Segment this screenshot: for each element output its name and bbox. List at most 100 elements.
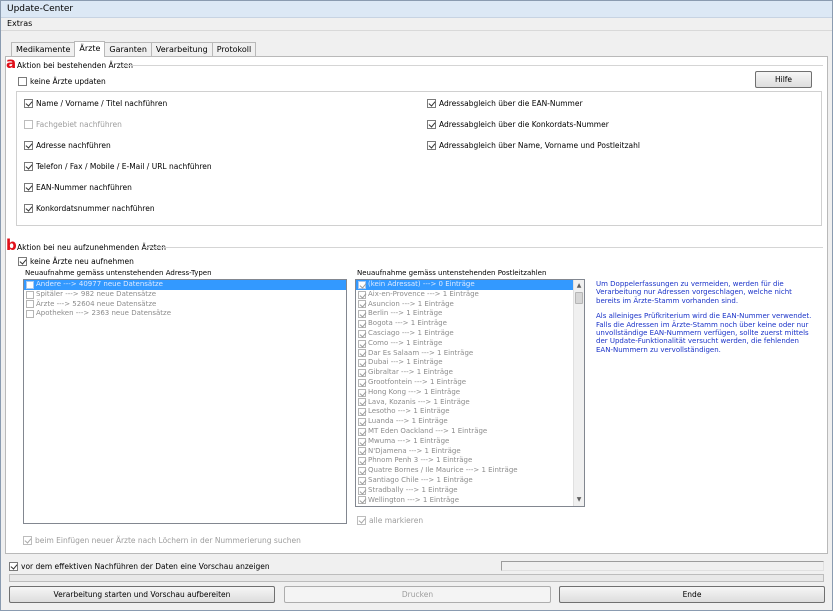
checkbox-box[interactable] bbox=[23, 536, 32, 545]
option-ean-checkbox[interactable]: EAN-Nummer nachführen bbox=[24, 183, 132, 192]
list-item[interactable]: Andere ---> 40977 neue Datensätze bbox=[24, 280, 346, 290]
checkbox-box[interactable] bbox=[18, 257, 27, 266]
help-button[interactable]: Hilfe bbox=[755, 71, 812, 88]
list-item[interactable]: Grootfontein ---> 1 Einträge bbox=[356, 378, 584, 388]
holes-checkbox[interactable]: beim Einfügen neuer Ärzte nach Löchern i… bbox=[23, 536, 301, 545]
checkbox-box[interactable] bbox=[358, 388, 366, 397]
end-button[interactable]: Ende bbox=[559, 586, 825, 603]
option-name-checkbox[interactable]: Name / Vorname / Titel nachführen bbox=[24, 99, 167, 108]
checkbox-box[interactable] bbox=[358, 280, 366, 289]
list-item[interactable]: Wellington ---> 1 Einträge bbox=[356, 496, 584, 506]
list-item[interactable]: Stradbally ---> 1 Einträge bbox=[356, 486, 584, 496]
select-all-checkbox[interactable]: alle markieren bbox=[357, 516, 423, 525]
checkbox-box[interactable] bbox=[24, 162, 33, 171]
address-types-list[interactable]: Andere ---> 40977 neue Datensätze Spitäl… bbox=[23, 279, 347, 524]
postcodes-scrollbar[interactable]: ▲ ▼ bbox=[573, 280, 584, 506]
option-fachgebiet-checkbox[interactable]: Fachgebiet nachführen bbox=[24, 120, 122, 129]
checkbox-box[interactable] bbox=[26, 290, 34, 299]
checkbox-box[interactable] bbox=[18, 77, 27, 86]
checkbox-box[interactable] bbox=[24, 141, 33, 150]
match-konkordat-checkbox[interactable]: Adressabgleich über die Konkordats-Numme… bbox=[427, 120, 609, 129]
match-name-checkbox[interactable]: Adressabgleich über Name, Vorname und Po… bbox=[427, 141, 640, 150]
checkbox-box[interactable] bbox=[358, 320, 366, 329]
checkbox-box[interactable] bbox=[358, 437, 366, 446]
start-button[interactable]: Verarbeitung starten und Vorschau aufber… bbox=[9, 586, 275, 603]
checkbox-box[interactable] bbox=[358, 467, 366, 476]
option-telefon-checkbox[interactable]: Telefon / Fax / Mobile / E-Mail / URL na… bbox=[24, 162, 212, 171]
checkbox-box[interactable] bbox=[24, 204, 33, 213]
list-item[interactable]: Dubai ---> 1 Einträge bbox=[356, 358, 584, 368]
checkbox-box[interactable] bbox=[358, 310, 366, 319]
list-item[interactable]: Lesotho ---> 1 Einträge bbox=[356, 407, 584, 417]
list-item[interactable]: Apotheken ---> 2363 neue Datensätze bbox=[24, 309, 346, 319]
list-item[interactable]: Como ---> 1 Einträge bbox=[356, 339, 584, 349]
checkbox-box[interactable] bbox=[24, 183, 33, 192]
preview-checkbox[interactable]: vor dem effektiven Nachführen der Daten … bbox=[9, 562, 270, 571]
scroll-thumb[interactable] bbox=[575, 292, 583, 304]
option-konkordat-checkbox[interactable]: Konkordatsnummer nachführen bbox=[24, 204, 155, 213]
info-text: Um Doppelerfassungen zu vermeiden, werde… bbox=[596, 280, 818, 361]
list-item[interactable]: Gibraltar ---> 1 Einträge bbox=[356, 368, 584, 378]
tab-verarbeitung[interactable]: Verarbeitung bbox=[150, 42, 213, 57]
list-item[interactable]: Luanda ---> 1 Einträge bbox=[356, 417, 584, 427]
checkbox-box[interactable] bbox=[427, 99, 436, 108]
list-item[interactable]: (kein Adressat) ---> 0 Einträge bbox=[356, 280, 584, 290]
no-update-checkbox[interactable]: keine Ärzte updaten bbox=[18, 77, 106, 86]
checkbox-box[interactable] bbox=[358, 476, 366, 485]
checkbox-box[interactable] bbox=[357, 516, 366, 525]
checkbox-box[interactable] bbox=[358, 378, 366, 387]
list-item[interactable]: Spitäler ---> 982 neue Datensätze bbox=[24, 290, 346, 300]
menu-bar: Extras bbox=[1, 18, 832, 31]
scroll-down-icon[interactable]: ▼ bbox=[574, 495, 584, 505]
checkbox-box[interactable] bbox=[358, 496, 366, 505]
list-item[interactable]: Santiago Chile ---> 1 Einträge bbox=[356, 476, 584, 486]
checkbox-box[interactable] bbox=[358, 427, 366, 436]
checkbox-box[interactable] bbox=[358, 290, 366, 299]
tab-garanten[interactable]: Garanten bbox=[104, 42, 152, 57]
list-item[interactable]: Dar Es Salaam ---> 1 Einträge bbox=[356, 349, 584, 359]
checkbox-box[interactable] bbox=[358, 300, 366, 309]
tab-aerzte[interactable]: Ärzte bbox=[74, 41, 106, 57]
checkbox-box[interactable] bbox=[24, 120, 33, 129]
tab-protokoll[interactable]: Protokoll bbox=[211, 42, 257, 57]
checkbox-box[interactable] bbox=[26, 300, 34, 309]
list-item[interactable]: Quatre Bornes / Ile Maurice ---> 1 Eintr… bbox=[356, 466, 584, 476]
checkbox-box[interactable] bbox=[358, 369, 366, 378]
list-item[interactable]: Berlin ---> 1 Einträge bbox=[356, 309, 584, 319]
list-item[interactable]: Asuncion ---> 1 Einträge bbox=[356, 300, 584, 310]
checkbox-box[interactable] bbox=[358, 329, 366, 338]
checkbox-box[interactable] bbox=[358, 408, 366, 417]
checkbox-box[interactable] bbox=[358, 486, 366, 495]
list-item[interactable]: MT Eden Oackland ---> 1 Einträge bbox=[356, 427, 584, 437]
menu-extras[interactable]: Extras bbox=[7, 19, 32, 28]
list-item[interactable]: N'Djamena ---> 1 Einträge bbox=[356, 447, 584, 457]
list-item[interactable]: Ärzte ---> 52604 neue Datensätze bbox=[24, 300, 346, 310]
checkbox-box[interactable] bbox=[427, 141, 436, 150]
checkbox-box[interactable] bbox=[358, 359, 366, 368]
checkbox-box[interactable] bbox=[26, 280, 34, 289]
list-item[interactable]: Hong Kong ---> 1 Einträge bbox=[356, 388, 584, 398]
checkbox-box[interactable] bbox=[358, 457, 366, 466]
list-item[interactable]: Mwuma ---> 1 Einträge bbox=[356, 437, 584, 447]
print-button[interactable]: Drucken bbox=[284, 586, 551, 603]
checkbox-box[interactable] bbox=[358, 418, 366, 427]
checkbox-box[interactable] bbox=[358, 349, 366, 358]
checkbox-box[interactable] bbox=[358, 339, 366, 348]
list-item[interactable]: Casciago ---> 1 Einträge bbox=[356, 329, 584, 339]
list-item[interactable]: Bogota ---> 1 Einträge bbox=[356, 319, 584, 329]
option-adresse-checkbox[interactable]: Adresse nachführen bbox=[24, 141, 111, 150]
checkbox-box[interactable] bbox=[9, 562, 18, 571]
checkbox-box[interactable] bbox=[26, 310, 34, 319]
scroll-up-icon[interactable]: ▲ bbox=[574, 281, 584, 291]
checkbox-box[interactable] bbox=[358, 398, 366, 407]
tab-medikamente[interactable]: Medikamente bbox=[11, 42, 76, 57]
list-item[interactable]: Phnom Penh 3 ---> 1 Einträge bbox=[356, 456, 584, 466]
list-item[interactable]: Lava, Kozanis ---> 1 Einträge bbox=[356, 398, 584, 408]
checkbox-box[interactable] bbox=[358, 447, 366, 456]
no-new-checkbox[interactable]: keine Ärzte neu aufnehmen bbox=[18, 257, 134, 266]
match-ean-checkbox[interactable]: Adressabgleich über die EAN-Nummer bbox=[427, 99, 583, 108]
postcodes-list[interactable]: (kein Adressat) ---> 0 Einträge Aix-en-P… bbox=[355, 279, 585, 507]
checkbox-box[interactable] bbox=[24, 99, 33, 108]
list-item[interactable]: Aix-en-Provence ---> 1 Einträge bbox=[356, 290, 584, 300]
checkbox-box[interactable] bbox=[427, 120, 436, 129]
